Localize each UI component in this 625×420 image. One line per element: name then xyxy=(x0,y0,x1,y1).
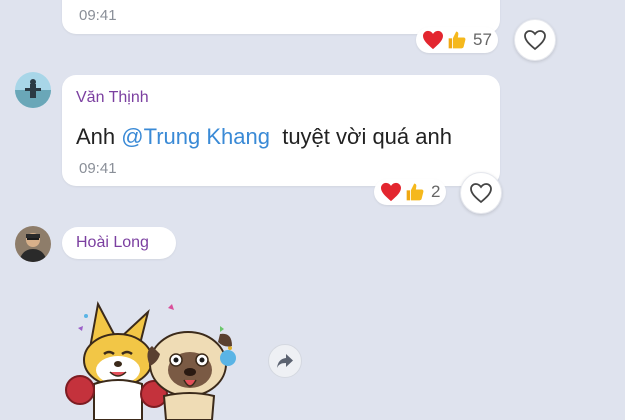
like-reaction-icon xyxy=(406,183,424,201)
message-text-prefix: Anh xyxy=(76,124,122,149)
sender-name-bubble: Hoài Long xyxy=(62,227,176,259)
like-reaction-icon xyxy=(448,31,466,49)
react-button[interactable] xyxy=(514,19,556,61)
reaction-summary[interactable]: 57 xyxy=(416,27,498,53)
share-button[interactable] xyxy=(268,344,302,378)
sender-name: Hoài Long xyxy=(76,234,149,251)
message-time: 09:41 xyxy=(79,7,117,24)
reaction-summary[interactable]: 2 xyxy=(374,179,447,205)
avatar[interactable] xyxy=(15,226,51,262)
avatar[interactable] xyxy=(15,72,51,108)
message-text: Anh @Trung Khang tuyệt vời quá anh xyxy=(76,124,452,150)
react-button[interactable] xyxy=(460,172,502,214)
sender-name: Văn Thịnh xyxy=(76,89,149,106)
message-bubble[interactable]: Văn Thịnh Anh @Trung Khang tuyệt vời quá… xyxy=(62,75,500,186)
heart-reaction-icon xyxy=(423,30,443,50)
reaction-count: 57 xyxy=(473,30,492,49)
reaction-count: 2 xyxy=(431,182,441,201)
share-arrow-icon xyxy=(277,354,293,368)
message-text-suffix: tuyệt vời quá anh xyxy=(269,124,452,149)
heart-reaction-icon xyxy=(381,182,401,202)
heart-outline-icon xyxy=(470,183,492,204)
mention-link[interactable]: @Trung Khang xyxy=(121,124,270,149)
heart-outline-icon xyxy=(524,30,546,51)
message-time: 09:41 xyxy=(79,160,117,177)
avatar-image xyxy=(15,226,51,262)
avatar-image xyxy=(15,72,51,108)
sticker-image[interactable] xyxy=(60,298,240,420)
